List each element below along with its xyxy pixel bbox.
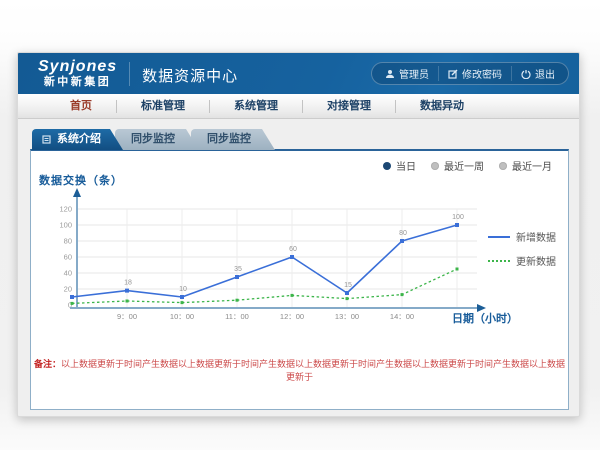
power-icon (521, 69, 531, 79)
main-nav: 首页 标准管理 系统管理 对接管理 数据异动 (18, 94, 579, 119)
data-point (181, 301, 184, 304)
data-point (455, 223, 459, 227)
solid-line-icon (488, 236, 510, 238)
period-filter: 当日 最近一周 最近一月 (383, 158, 552, 173)
point-value-label: 10 (179, 286, 187, 293)
data-point (290, 255, 294, 259)
period-option-last-week[interactable]: 最近一周 (431, 158, 484, 173)
data-point (236, 299, 239, 302)
app-window: Synjones 新中新集团 数据资源中心 管理员 修改密码 (17, 52, 580, 417)
footnote-text: 以上数据更新于时间产生数据以上数据更新于时间产生数据以上数据更新于时间产生数据以… (61, 359, 565, 382)
x-tick-label: 11：00 (225, 312, 249, 321)
nav-item-home[interactable]: 首页 (46, 94, 116, 119)
tab-system-intro-label: 系统介绍 (57, 129, 101, 150)
x-tick-label: 14：00 (390, 312, 414, 321)
period-week-label: 最近一周 (444, 158, 484, 173)
data-point (401, 293, 404, 296)
legend-updated-data-label: 更新数据 (516, 253, 556, 268)
y-tick-label: 80 (64, 237, 72, 246)
y-axis-arrow (73, 188, 81, 197)
point-value-label: 100 (452, 214, 464, 221)
brand-logo-text: Synjones (38, 59, 117, 75)
y-tick-label: 100 (59, 221, 72, 230)
screenshot-root: Synjones 新中新集团 数据资源中心 管理员 修改密码 (0, 0, 600, 450)
brand-logo-cn: 新中新集团 (44, 77, 112, 88)
edit-icon (448, 69, 458, 79)
tab-system-intro[interactable]: 系统介绍 (32, 129, 123, 150)
content-panel: 当日 最近一周 最近一月 数据交换（条） 日期（小时） 020406080100… (30, 149, 569, 410)
dotted-line-icon (488, 260, 510, 262)
user-menu-admin-label: 管理员 (399, 66, 429, 81)
point-value-label: 60 (289, 246, 297, 253)
period-option-last-month[interactable]: 最近一月 (499, 158, 552, 173)
change-password-label: 修改密码 (462, 66, 502, 81)
y-tick-label: 60 (64, 253, 72, 262)
x-axis-arrow (477, 304, 486, 312)
document-icon (42, 135, 51, 144)
nav-item-standard-mgmt[interactable]: 标准管理 (117, 94, 209, 119)
radio-unselected-icon (431, 162, 439, 170)
nav-item-system-mgmt[interactable]: 系统管理 (210, 94, 302, 119)
point-value-label: 80 (399, 230, 407, 237)
data-point (71, 302, 74, 305)
y-tick-label: 40 (64, 269, 72, 278)
data-point (180, 295, 184, 299)
data-point (291, 294, 294, 297)
legend-item-updated-data[interactable]: 更新数据 (488, 253, 556, 268)
tab-bar: 系统介绍 同步监控 同步监控 (32, 129, 275, 150)
page-title: 数据资源中心 (142, 65, 238, 86)
tab-sync-monitor-1[interactable]: 同步监控 (115, 129, 199, 150)
radio-unselected-icon (499, 162, 507, 170)
data-point (346, 297, 349, 300)
change-password-button[interactable]: 修改密码 (438, 66, 511, 81)
logout-label: 退出 (535, 66, 555, 81)
period-option-today[interactable]: 当日 (383, 158, 416, 173)
user-toolbar: 管理员 修改密码 退出 (371, 62, 569, 85)
radio-selected-icon (383, 162, 391, 170)
period-today-label: 当日 (396, 158, 416, 173)
user-menu-admin[interactable]: 管理员 (376, 66, 438, 81)
user-icon (385, 69, 395, 79)
footnote-prefix: 备注： (34, 359, 61, 369)
data-point (70, 295, 74, 299)
y-axis-title: 数据交换（条） (39, 172, 123, 188)
point-value-label: 15 (344, 282, 352, 289)
data-point (345, 291, 349, 295)
chart-legend: 新增数据 更新数据 (488, 229, 556, 268)
x-tick-label: 10：00 (170, 312, 194, 321)
data-point (235, 275, 239, 279)
x-tick-label: 13：00 (335, 312, 359, 321)
y-tick-label: 120 (59, 205, 72, 214)
y-tick-label: 20 (64, 285, 72, 294)
footnote: 备注：以上数据更新于时间产生数据以上数据更新于时间产生数据以上数据更新于时间产生… (31, 357, 568, 383)
x-tick-label: 9：00 (117, 312, 137, 321)
tab-sync-monitor-2[interactable]: 同步监控 (191, 129, 275, 150)
data-point (125, 289, 129, 293)
data-point (126, 300, 129, 303)
brand-logo: Synjones 新中新集团 (38, 59, 117, 88)
chart-area: 0204060801001209：0010：0011：0012：0013：001… (49, 187, 519, 332)
point-value-label: 18 (124, 280, 132, 287)
legend-new-data-label: 新增数据 (516, 229, 556, 244)
legend-item-new-data[interactable]: 新增数据 (488, 229, 556, 244)
logout-button[interactable]: 退出 (511, 66, 564, 81)
data-point (400, 239, 404, 243)
nav-item-interface-mgmt[interactable]: 对接管理 (303, 94, 395, 119)
nav-item-data-change[interactable]: 数据异动 (396, 94, 488, 119)
header: Synjones 新中新集团 数据资源中心 管理员 修改密码 (18, 53, 579, 94)
x-tick-label: 12：00 (280, 312, 304, 321)
header-divider (129, 62, 130, 86)
exchange-line-chart: 0204060801001209：0010：0011：0012：0013：001… (49, 187, 519, 332)
data-point (456, 268, 459, 271)
period-month-label: 最近一月 (512, 158, 552, 173)
point-value-label: 35 (234, 266, 242, 273)
